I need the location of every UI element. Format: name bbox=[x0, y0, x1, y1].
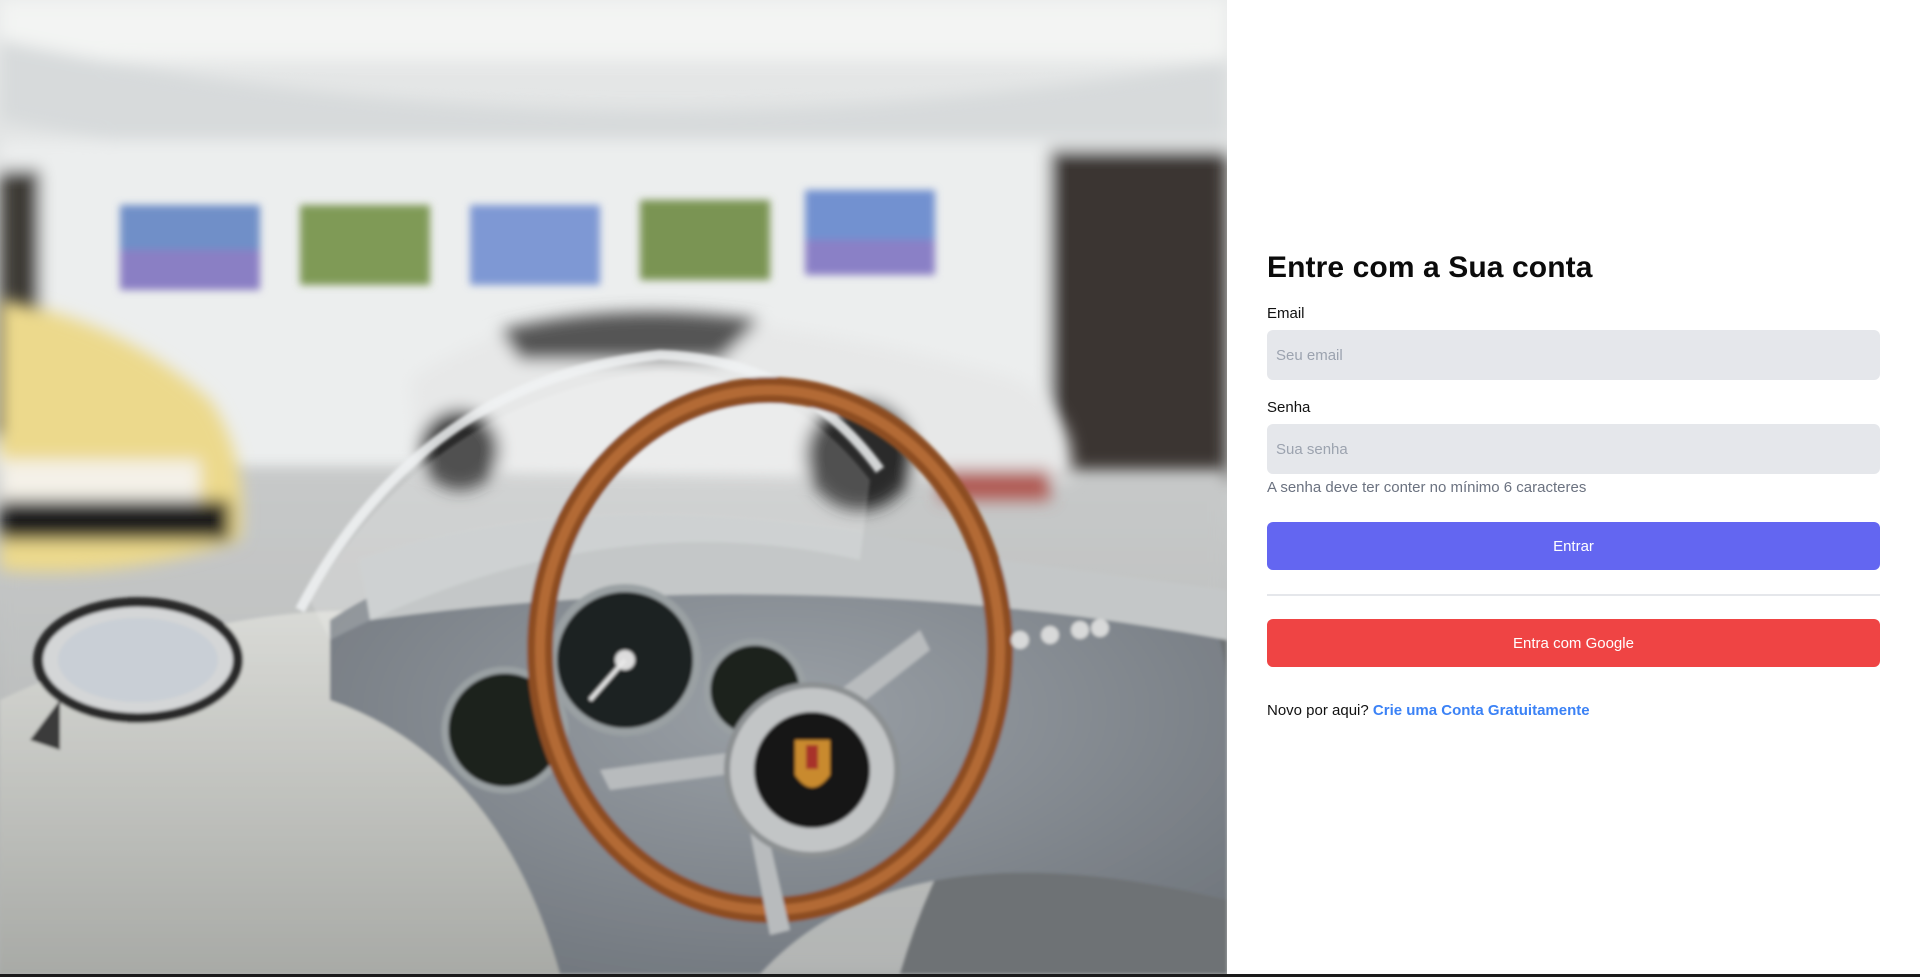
password-hint: A senha deve ter conter no mínimo 6 cara… bbox=[1267, 479, 1587, 496]
signup-prompt-text: Novo por aqui? bbox=[1267, 702, 1369, 719]
email-field[interactable] bbox=[1267, 330, 1880, 380]
car-showroom-illustration bbox=[0, 0, 1227, 974]
signup-link[interactable]: Crie uma Conta Gratuitamente bbox=[1373, 702, 1590, 719]
hero-image bbox=[0, 0, 1227, 974]
divider bbox=[1267, 594, 1880, 596]
password-field[interactable] bbox=[1267, 424, 1880, 474]
google-login-button[interactable]: Entra com Google bbox=[1267, 619, 1880, 667]
password-label: Senha bbox=[1267, 399, 1311, 416]
signup-prompt: Novo por aqui? Crie uma Conta Gratuitame… bbox=[1267, 701, 1880, 721]
login-page: Entre com a Sua conta Email Senha A senh… bbox=[0, 0, 1920, 977]
submit-button[interactable]: Entrar bbox=[1267, 522, 1880, 570]
email-label: Email bbox=[1267, 305, 1305, 322]
login-form: Entre com a Sua conta Email Senha A senh… bbox=[1267, 246, 1880, 721]
page-title: Entre com a Sua conta bbox=[1267, 251, 1593, 284]
login-panel: Entre com a Sua conta Email Senha A senh… bbox=[1227, 0, 1920, 977]
